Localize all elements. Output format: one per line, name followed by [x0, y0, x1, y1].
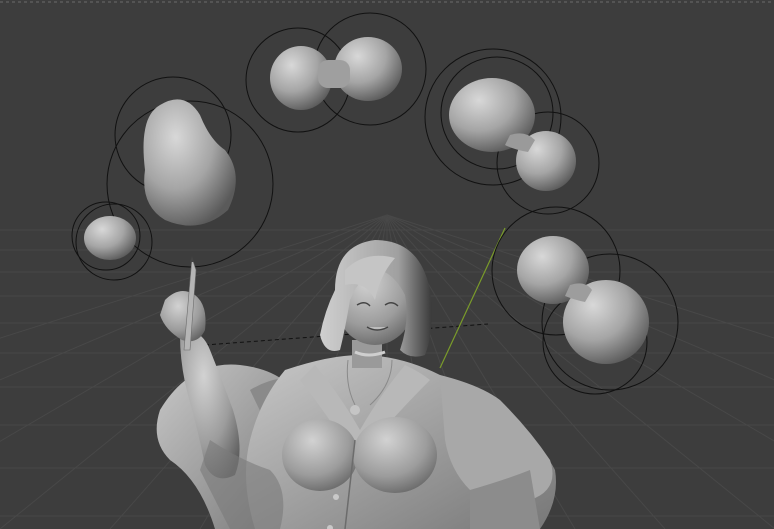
- pencil-tip: [190, 256, 194, 262]
- chest-left: [282, 419, 358, 491]
- metaball-icon[interactable]: [143, 99, 236, 226]
- 3d-viewport[interactable]: [0, 0, 774, 529]
- chest-right: [353, 417, 437, 493]
- metaball-bridge: [318, 60, 350, 88]
- button: [333, 494, 339, 500]
- hand: [160, 291, 206, 342]
- metaball-icon[interactable]: [84, 216, 136, 260]
- metaball-group-top[interactable]: [245, 12, 427, 133]
- metaball-group-top-right[interactable]: [424, 48, 600, 215]
- pendant: [350, 405, 360, 415]
- y-axis-line: [439, 227, 506, 369]
- sculpted-character[interactable]: [156, 240, 556, 529]
- viewport-canvas[interactable]: [0, 0, 774, 529]
- metaball-group-right[interactable]: [491, 206, 679, 395]
